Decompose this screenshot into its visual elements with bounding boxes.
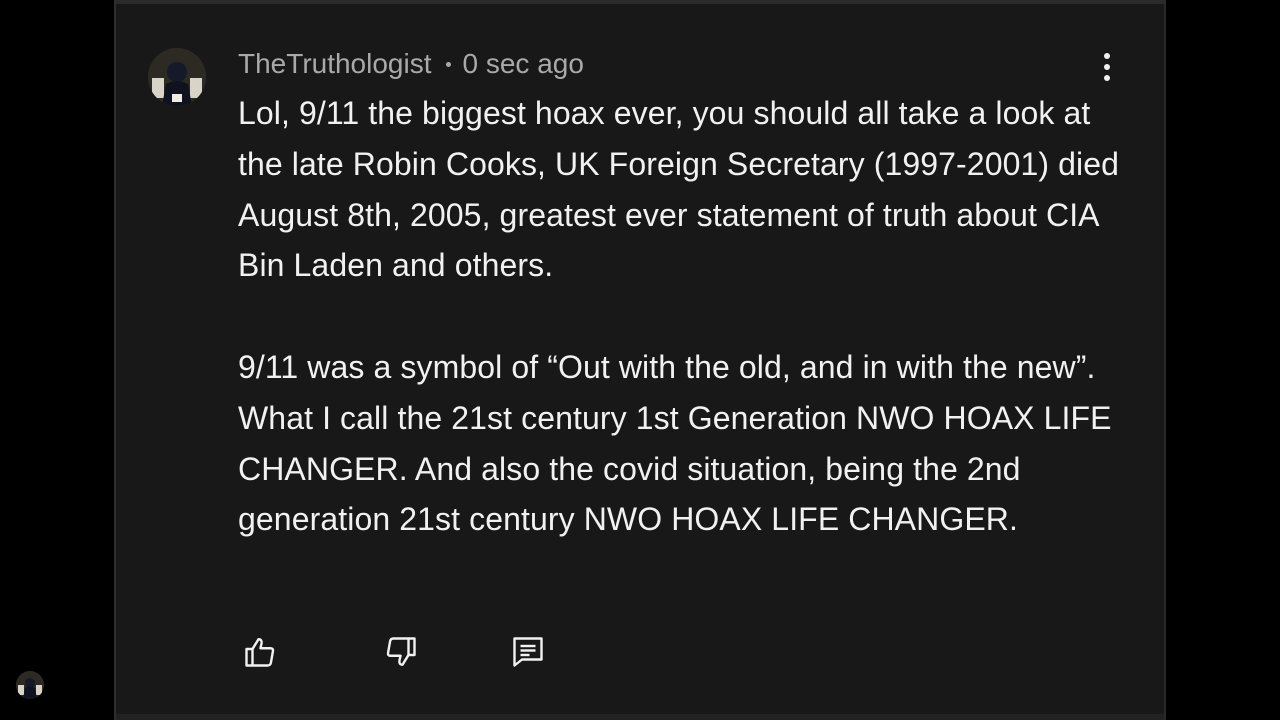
card-bottom-border	[116, 714, 1164, 720]
more-vertical-icon	[1104, 53, 1110, 81]
comment-text: Lol, 9/11 the biggest hoax ever, you sho…	[238, 88, 1138, 545]
channel-watermark-avatar	[16, 671, 44, 699]
thumbs-down-icon	[386, 637, 416, 666]
user-avatar-icon	[16, 671, 44, 699]
comment-paragraph: Lol, 9/11 the biggest hoax ever, you sho…	[238, 95, 1127, 284]
comment-paragraph: 9/11 was a symbol of “Out with the old, …	[238, 348, 1121, 538]
thumbs-up-icon	[245, 638, 275, 667]
author-avatar[interactable]	[148, 48, 206, 106]
dislike-button[interactable]	[379, 630, 423, 674]
like-button[interactable]	[238, 630, 282, 674]
author-name[interactable]: TheTruthologist	[238, 48, 432, 80]
user-avatar-icon	[148, 48, 206, 106]
more-options-button[interactable]	[1090, 44, 1124, 90]
card-top-border	[116, 0, 1164, 4]
video-frame: TheTruthologist 0 sec ago Lol, 9/11 the …	[0, 0, 1280, 720]
reply-button[interactable]	[506, 630, 550, 674]
comment-timestamp[interactable]: 0 sec ago	[463, 48, 584, 80]
separator-dot	[445, 61, 451, 67]
reply-icon	[513, 637, 543, 667]
comment-header: TheTruthologist 0 sec ago	[238, 44, 584, 84]
comment-card: TheTruthologist 0 sec ago Lol, 9/11 the …	[114, 0, 1166, 720]
